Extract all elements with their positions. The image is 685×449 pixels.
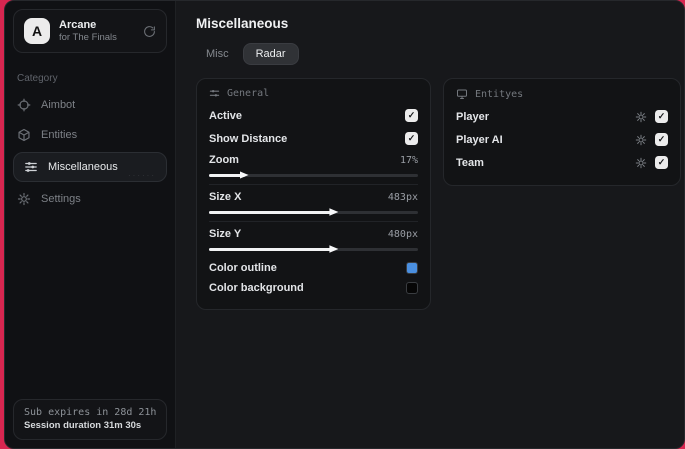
general-card-header: General <box>209 88 418 99</box>
toggle-row-show-distance: Show Distance <box>209 127 418 150</box>
sliders-icon <box>24 160 38 174</box>
slider-value: 480px <box>387 228 418 240</box>
subscription-card: Sub expires in 28d 21h Session duration … <box>13 399 167 440</box>
slider-thumb[interactable] <box>329 245 339 253</box>
slider-row-zoom: Zoom 17% <box>209 150 418 170</box>
entities-card: Entityes Player ✓ Player AI ✓ Team ✓ <box>443 78 681 186</box>
slider-fill <box>209 171 249 179</box>
toggle-row-active: Active <box>209 104 418 127</box>
card-row: General Active Show Distance Zoom 17% <box>196 78 681 310</box>
app-backdrop: A Arcane for The Finals Category Aimbot … <box>0 0 685 449</box>
player-checkbox[interactable] <box>655 110 668 123</box>
dots-texture <box>128 171 156 180</box>
entity-settings-gear-icon[interactable] <box>635 157 647 169</box>
app-window: A Arcane for The Finals Category Aimbot … <box>4 0 685 449</box>
entity-controls <box>635 110 668 123</box>
gear-icon <box>17 192 31 206</box>
slider-track[interactable] <box>209 208 418 216</box>
zoom-slider[interactable] <box>209 170 418 180</box>
tab-bar: Misc Radar <box>196 43 681 65</box>
color-background-swatch[interactable] <box>406 282 418 294</box>
size-x-slider[interactable] <box>209 207 418 217</box>
page-title: Miscellaneous <box>196 16 289 31</box>
general-card-title: General <box>227 88 270 99</box>
tab-radar[interactable]: Radar <box>242 43 299 65</box>
general-card: General Active Show Distance Zoom 17% <box>196 78 431 310</box>
slider-fill <box>209 208 339 216</box>
main-content: Miscellaneous Misc Radar General Active … <box>176 1 684 448</box>
tab-misc[interactable]: Misc <box>196 43 239 65</box>
slider-thumb[interactable] <box>329 208 339 216</box>
entity-row-team: Team <box>456 151 668 174</box>
sidebar-item-label: Miscellaneous <box>48 161 118 173</box>
color-outline-swatch[interactable] <box>406 262 418 274</box>
player-ai-checkbox[interactable] <box>655 133 668 146</box>
sidebar-item-label: Entities <box>41 129 78 141</box>
category-label: Category <box>17 73 58 84</box>
team-checkbox[interactable] <box>655 156 668 169</box>
app-title: Arcane <box>59 19 97 31</box>
slider-value: 17% <box>399 154 418 166</box>
slider-value: 483px <box>387 191 418 203</box>
entity-settings-gear-icon[interactable] <box>635 134 647 146</box>
active-checkbox[interactable] <box>405 109 418 122</box>
slider-track[interactable] <box>209 171 418 179</box>
app-header-card: A Arcane for The Finals <box>13 9 167 53</box>
monitor-icon <box>456 88 468 100</box>
sidebar-nav: Aimbot Entities Miscellaneous ······ Set… <box>5 90 175 214</box>
entity-row-player-ai: Player AI <box>456 128 668 151</box>
slider-track[interactable] <box>209 245 418 253</box>
crosshair-icon <box>17 98 31 112</box>
toggle-label: Show Distance <box>209 132 288 145</box>
entity-label: Team <box>456 156 484 169</box>
show-distance-checkbox[interactable] <box>405 132 418 145</box>
slider-label: Size X <box>209 191 242 203</box>
slider-label: Size Y <box>209 228 242 240</box>
divider <box>209 221 418 222</box>
entities-card-title: Entityes <box>475 88 524 100</box>
sidebar: A Arcane for The Finals Category Aimbot … <box>5 1 176 448</box>
app-meta: Arcane for The Finals <box>59 19 117 43</box>
color-label: Color background <box>209 282 304 294</box>
entity-row-player: Player <box>456 105 668 128</box>
sidebar-item-label: Aimbot <box>41 99 76 111</box>
slider-label: Zoom <box>209 154 239 166</box>
sidebar-item-entities[interactable]: Entities <box>5 120 175 150</box>
slider-row-size-x: Size X 483px <box>209 187 418 207</box>
sliders-small-icon <box>209 88 220 99</box>
toggle-label: Active <box>209 109 243 122</box>
size-y-slider[interactable] <box>209 244 418 254</box>
entity-controls <box>635 156 668 169</box>
sidebar-item-miscellaneous[interactable]: Miscellaneous <box>13 152 167 182</box>
entity-settings-gear-icon[interactable] <box>635 111 647 123</box>
color-label: Color outline <box>209 262 277 274</box>
sync-icon[interactable] <box>143 25 156 38</box>
entity-controls <box>635 133 668 146</box>
sidebar-item-settings[interactable]: Settings <box>5 184 175 214</box>
entities-card-header: Entityes <box>456 88 668 100</box>
app-subtitle: for The Finals <box>59 32 117 43</box>
slider-thumb[interactable] <box>239 171 249 179</box>
color-row-background: Color background <box>209 278 418 298</box>
session-duration-text: Session duration 31m 30s <box>24 420 142 431</box>
slider-fill <box>209 245 339 253</box>
sub-expiry-text: Sub expires in 28d 21h <box>24 407 157 418</box>
cube-icon <box>17 128 31 142</box>
slider-row-size-y: Size Y 480px <box>209 224 418 244</box>
sidebar-item-aimbot[interactable]: Aimbot <box>5 90 175 120</box>
sidebar-item-label: Settings <box>41 193 81 205</box>
entity-label: Player AI <box>456 133 503 146</box>
entity-label: Player <box>456 110 490 123</box>
app-logo: A <box>24 18 50 44</box>
color-row-outline: Color outline <box>209 258 418 278</box>
divider <box>209 184 418 185</box>
